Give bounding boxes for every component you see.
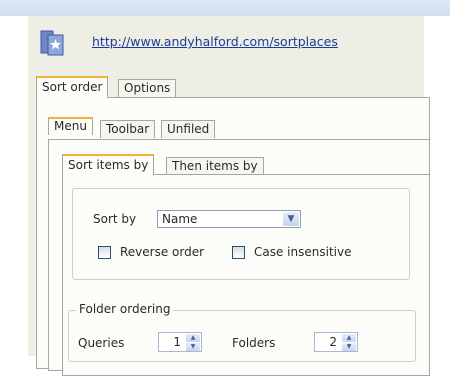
sort-by-value: Name bbox=[162, 212, 198, 226]
sort-by-select[interactable]: Name ▼ bbox=[157, 210, 301, 228]
folder-ordering-legend: Folder ordering bbox=[76, 302, 174, 316]
case-insensitive-checkbox[interactable] bbox=[232, 246, 245, 259]
sort-by-label: Sort by bbox=[93, 212, 137, 226]
queries-spinner[interactable]: 1 ▲ ▼ bbox=[158, 332, 202, 352]
chevron-down-icon[interactable]: ▼ bbox=[283, 212, 299, 226]
tab-sort-items-by[interactable]: Sort items by bbox=[62, 154, 155, 175]
tab-menu[interactable]: Menu bbox=[48, 117, 93, 135]
reverse-order-label: Reverse order bbox=[120, 245, 205, 259]
tab-toolbar[interactable]: Toolbar bbox=[100, 120, 156, 138]
folders-label: Folders bbox=[232, 336, 276, 350]
sort-options-group bbox=[72, 188, 410, 280]
folders-value: 2 bbox=[329, 335, 337, 349]
window-title-bar bbox=[0, 0, 450, 16]
tab-unfiled[interactable]: Unfiled bbox=[161, 120, 216, 138]
folders-spinner[interactable]: 2 ▲ ▼ bbox=[314, 332, 358, 352]
tab-then-items-by[interactable]: Then items by bbox=[166, 157, 264, 175]
homepage-link[interactable]: http://www.andyhalford.com/sortplaces bbox=[92, 34, 338, 49]
arrow-down-icon[interactable]: ▼ bbox=[342, 343, 356, 351]
queries-label: Queries bbox=[78, 336, 125, 350]
queries-value: 1 bbox=[173, 335, 181, 349]
arrow-up-icon[interactable]: ▲ bbox=[186, 334, 200, 342]
arrow-down-icon[interactable]: ▼ bbox=[186, 343, 200, 351]
sortplaces-app-icon bbox=[40, 30, 64, 56]
tab-sort-order[interactable]: Sort order bbox=[36, 76, 109, 98]
case-insensitive-label: Case insensitive bbox=[254, 245, 352, 259]
reverse-order-checkbox[interactable] bbox=[98, 246, 111, 259]
arrow-up-icon[interactable]: ▲ bbox=[342, 334, 356, 342]
tab-options[interactable]: Options bbox=[118, 79, 177, 98]
